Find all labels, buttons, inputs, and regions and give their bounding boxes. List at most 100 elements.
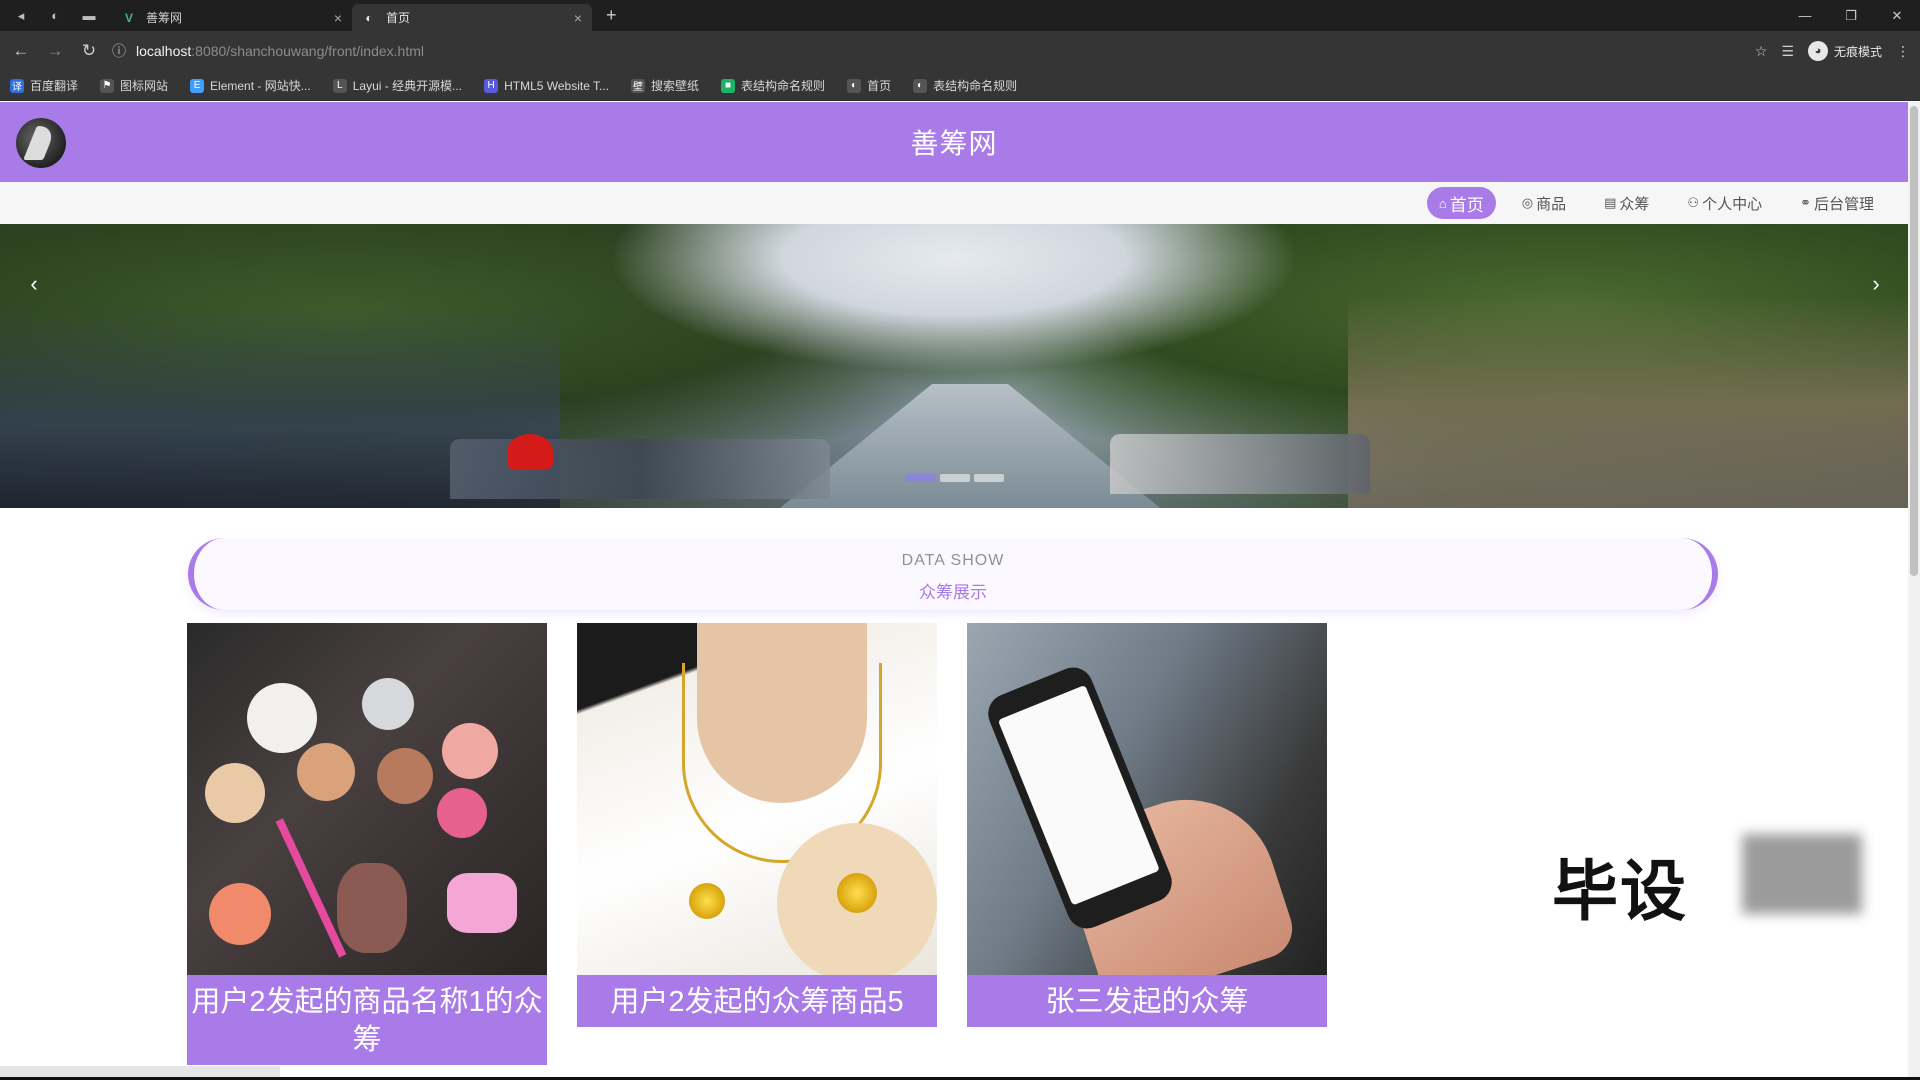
carousel-next-chevron-icon[interactable]: › — [1866, 269, 1886, 299]
card-caption[interactable]: 用户2发起的商品名称1的众筹 — [187, 975, 547, 1065]
cosmetic-pan — [205, 763, 265, 823]
card-caption[interactable]: 用户2发起的众筹商品5 — [577, 975, 937, 1027]
url-host: localhost — [136, 43, 192, 59]
pinned-tab-page-icon[interactable]: ▬ — [76, 3, 102, 29]
cosmetic-pan — [437, 788, 487, 838]
nav-item-crowdfund[interactable]: ▤ 众筹 — [1592, 187, 1661, 219]
banner-carousel[interactable]: ‹ › — [0, 224, 1908, 508]
home-icon: ⌂ — [1438, 195, 1447, 211]
goods-icon: ◎ — [1521, 195, 1534, 210]
cosmetic-pan — [247, 683, 317, 753]
window-controls: — ❐ ✕ — [1782, 0, 1920, 31]
bookmark-item[interactable]: ◐ 首页 — [847, 77, 891, 94]
url-path: :8080/shanchouwang/front/index.html — [191, 43, 424, 59]
flag-icon: ⚑ — [100, 78, 115, 93]
reload-icon[interactable]: ↻ — [74, 36, 104, 66]
crowdfund-card[interactable]: 用户2发起的众筹商品5 — [577, 623, 937, 1065]
bookmark-item[interactable]: ■ 表结构命名规则 — [721, 77, 825, 94]
card-image-phone[interactable] — [967, 623, 1327, 975]
bookmark-item[interactable]: 译百度翻译 — [10, 77, 78, 94]
globe-icon: ◐ — [365, 10, 373, 25]
carousel-prev-chevron-icon[interactable]: ‹ — [24, 269, 44, 299]
bookmark-icon: 译 — [10, 78, 24, 93]
cosmetic-pan — [442, 723, 498, 779]
crowdfund-card[interactable]: 用户2发起的商品名称1的众筹 — [187, 623, 547, 1065]
nav-label: 首页 — [1449, 195, 1484, 215]
tab-home[interactable]: ◐ 首页 × — [352, 4, 592, 31]
bookmark-label: 搜索壁纸 — [651, 79, 700, 93]
reading-list-icon[interactable]: ☰ — [1781, 43, 1794, 60]
menu-icon[interactable]: ⋮ — [1896, 43, 1910, 60]
cosmetic-pan — [209, 883, 271, 945]
wallpaper-icon: 壁 — [631, 78, 646, 93]
globe-icon: ◐ — [847, 78, 862, 93]
bookmark-label: 表结构命名规则 — [741, 79, 826, 93]
info-icon[interactable]: ⓘ — [112, 41, 126, 61]
forward-icon[interactable]: → — [40, 36, 70, 66]
close-window-icon[interactable]: ✕ — [1874, 0, 1920, 31]
address-input[interactable]: ⓘ localhost:8080/shanchouwang/front/inde… — [112, 36, 1752, 66]
nav-item-admin[interactable]: ⚭ 后台管理 — [1788, 187, 1886, 219]
bookmark-item[interactable]: ◐ 表结构命名规则 — [913, 77, 1017, 94]
layui-logo-icon: L — [332, 78, 347, 93]
back-icon[interactable]: ← — [6, 36, 36, 66]
bookmark-item[interactable]: H HTML5 Website T... — [484, 78, 610, 93]
makeup-brush — [337, 863, 407, 953]
close-icon[interactable]: × — [334, 10, 342, 26]
vue-logo-icon: V — [124, 10, 133, 25]
card-image-necklace[interactable] — [577, 623, 937, 975]
nav-item-home[interactable]: ⌂ 首页 — [1426, 187, 1496, 219]
browser-tabbar: ◂ ◐ ▬ V 善筹网 × ◐ 首页 × + — ❐ ✕ — [0, 0, 1920, 31]
tab-shanchouwang[interactable]: V 善筹网 × — [112, 4, 352, 31]
nav-item-user-center[interactable]: ⚇ 个人中心 — [1675, 187, 1774, 219]
card-caption[interactable]: 张三发起的众筹 — [967, 975, 1327, 1027]
bookmark-label: Layui - 经典开源模... — [352, 79, 463, 93]
new-tab-button[interactable]: + — [606, 5, 617, 26]
carousel-dot[interactable] — [974, 474, 1004, 482]
cosmetic-pan — [447, 873, 517, 933]
crowdfund-card[interactable]: 张三发起的众筹 — [967, 623, 1327, 1065]
pinned-tab-globe-icon[interactable]: ◐ — [42, 3, 68, 29]
nav-label: 商品 — [1536, 195, 1567, 213]
bookmark-item[interactable]: L Layui - 经典开源模... — [332, 77, 463, 94]
speaker-icon[interactable]: ◂ — [8, 3, 34, 29]
cosmetic-pan — [377, 748, 433, 804]
smartphone-icon — [982, 661, 1178, 935]
minimize-icon[interactable]: — — [1782, 0, 1828, 31]
bookmark-item[interactable]: ⚑ 图标网站 — [100, 77, 168, 94]
section-title-en: DATA SHOW — [901, 552, 1005, 569]
site-title: 善筹网 — [910, 128, 998, 159]
page-scrollbar[interactable] — [1908, 102, 1920, 1077]
cosmetic-pan — [362, 678, 414, 730]
banner-scenery — [1110, 434, 1370, 494]
bookmark-label: 表结构命名规则 — [933, 79, 1018, 93]
address-toolbar: ← → ↻ ⓘ localhost:8080/shanchouwang/fron… — [0, 31, 1920, 71]
bookmark-item[interactable]: E Element - 网站快... — [190, 77, 311, 94]
close-icon[interactable]: × — [574, 10, 582, 26]
table-icon: ■ — [721, 78, 736, 93]
profile-label: 无痕模式 — [1833, 44, 1882, 59]
star-icon[interactable]: ☆ — [1755, 43, 1768, 60]
watermark-blur — [1742, 834, 1862, 914]
nav-label: 后台管理 — [1813, 195, 1874, 213]
banner-scenery — [1348, 294, 1908, 508]
watermark-text: 毕设 — [1552, 853, 1688, 930]
restore-icon[interactable]: ❐ — [1828, 0, 1874, 31]
bookmark-label: 百度翻译 — [30, 79, 79, 93]
crowdfund-icon: ▤ — [1604, 195, 1617, 210]
bookmarks-bar: 译百度翻译 ⚑ 图标网站 E Element - 网站快... L Layui - 经… — [0, 71, 1920, 101]
tab-title: 首页 — [386, 11, 411, 25]
user-icon: ⚇ — [1687, 195, 1700, 210]
scrollbar-thumb[interactable] — [1910, 106, 1918, 576]
bookmark-item[interactable]: 壁搜索壁纸 — [631, 77, 699, 94]
profile-button[interactable]: ◕ 无痕模式 — [1807, 41, 1882, 61]
lip-pencil — [275, 818, 347, 958]
element-logo-icon: E — [190, 78, 205, 93]
carousel-dot[interactable] — [940, 474, 970, 482]
globe-icon: ◐ — [913, 78, 928, 93]
carousel-dot[interactable] — [906, 474, 936, 482]
bookmark-label: HTML5 Website T... — [504, 78, 610, 93]
nav-item-goods[interactable]: ◎ 商品 — [1510, 187, 1578, 219]
main-nav: ⌂ 首页 ◎ 商品 ▤ 众筹 ⚇ 个人中心 ⚭ 后台管理 — [0, 182, 1908, 224]
card-image-cosmetics[interactable] — [187, 623, 547, 975]
